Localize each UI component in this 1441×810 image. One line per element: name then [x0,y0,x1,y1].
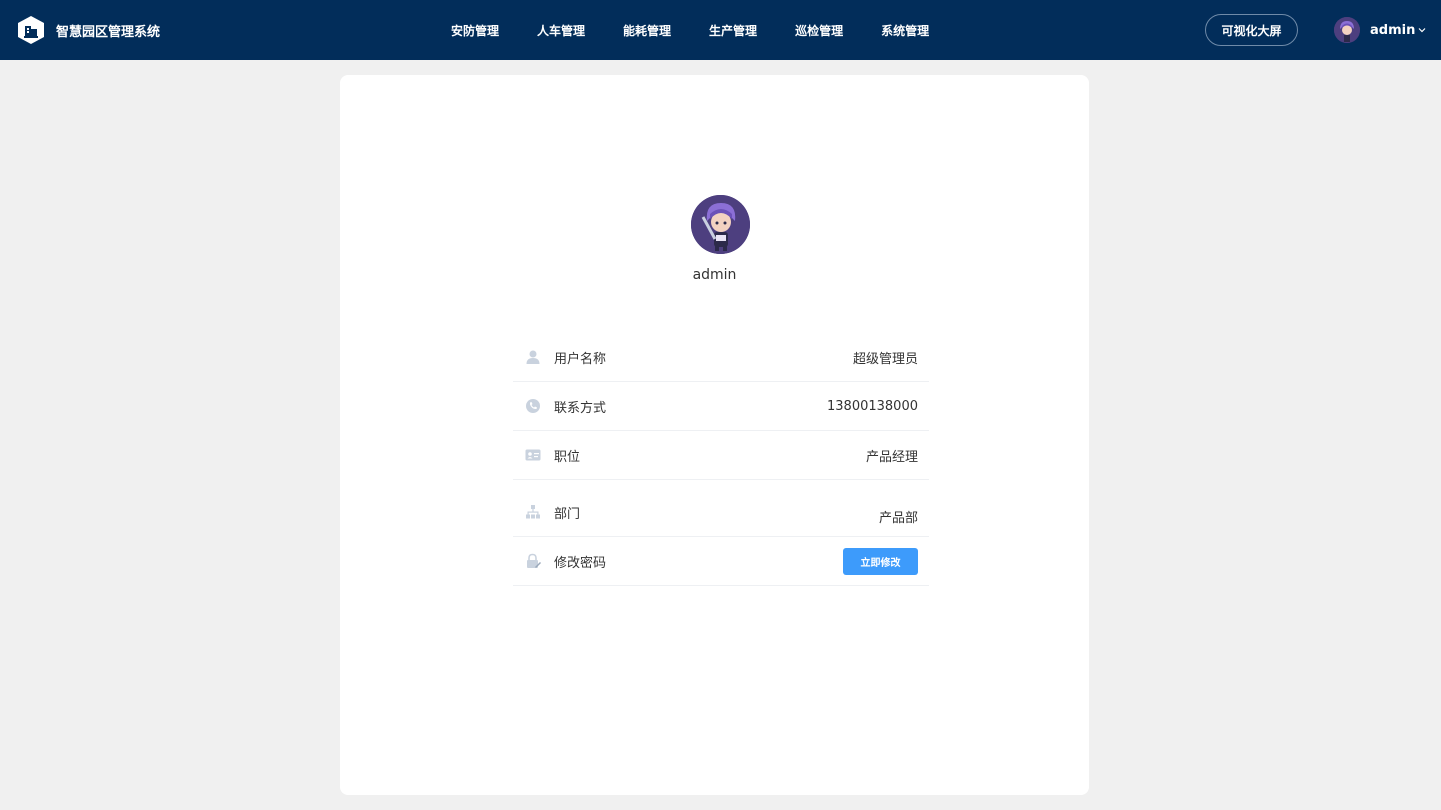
main-nav: 安防管理 人车管理 能耗管理 生产管理 巡检管理 系统管理 [451,0,967,60]
profile-info-list: 用户名称 超级管理员 联系方式 13800138000 职位 产品经理 部门 产… [513,333,929,586]
top-navbar: 智慧园区管理系统 安防管理 人车管理 能耗管理 生产管理 巡检管理 系统管理 可… [0,0,1441,60]
change-password-button[interactable]: 立即修改 [843,548,918,575]
avatar [1334,17,1360,43]
nav-item-people-vehicles[interactable]: 人车管理 [537,22,585,39]
nav-item-energy[interactable]: 能耗管理 [623,22,671,39]
row-value: 产品部 [878,511,918,526]
nav-item-system[interactable]: 系统管理 [881,22,929,39]
app-title: 智慧园区管理系统 [56,24,161,40]
current-user-name: admin [1370,22,1416,38]
row-label: 用户名称 [554,351,607,367]
list-item-change-password: 修改密码 立即修改 [513,537,929,586]
row-label: 职位 [554,449,581,465]
nav-item-inspection[interactable]: 巡检管理 [795,22,843,39]
profile-avatar [691,195,750,254]
row-value: 13800138000 [827,398,918,414]
lock-edit-icon [527,553,541,568]
profile-card: admin 用户名称 超级管理员 联系方式 13800138000 职位 产品经… [340,75,1089,795]
building-logo-icon [18,16,44,44]
row-label: 部门 [554,506,581,522]
chevron-down-icon [1418,28,1426,33]
id-card-icon [525,449,541,461]
row-label: 联系方式 [554,400,607,416]
nav-item-security[interactable]: 安防管理 [451,22,499,39]
list-item-contact: 联系方式 13800138000 [513,382,929,431]
row-value: 超级管理员 [852,351,918,367]
avatar-character-icon [691,195,750,254]
visual-screen-button[interactable]: 可视化大屏 [1205,14,1298,46]
org-chart-icon [526,505,540,519]
nav-item-production[interactable]: 生产管理 [709,22,757,39]
row-value: 产品经理 [865,449,918,465]
list-item-department: 部门 产品部 [513,480,929,537]
avatar-character-icon [1334,17,1360,43]
profile-name: admin [692,267,737,283]
list-item-username: 用户名称 超级管理员 [513,333,929,382]
phone-icon [526,399,540,413]
user-icon [526,350,540,364]
row-label: 修改密码 [554,555,607,571]
list-item-position: 职位 产品经理 [513,431,929,480]
brand[interactable]: 智慧园区管理系统 [16,15,160,45]
user-menu[interactable]: admin [1334,17,1427,43]
